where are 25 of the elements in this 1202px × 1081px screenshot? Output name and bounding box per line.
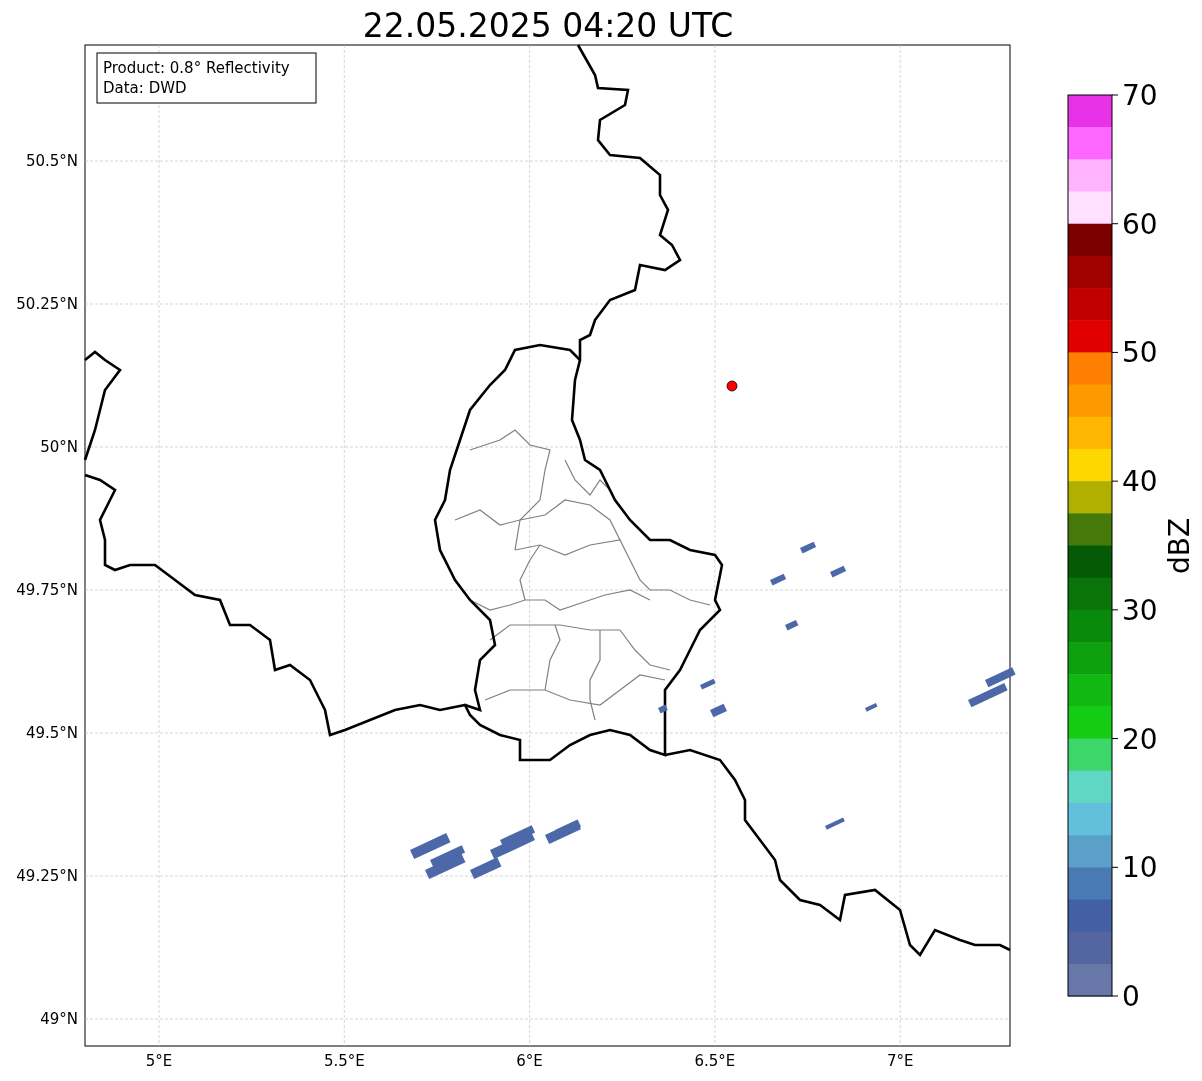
- latitude-label: 49.5°N: [25, 724, 78, 742]
- longitude-label: 5°E: [145, 1052, 173, 1070]
- latitude-label: 50.25°N: [16, 295, 78, 313]
- latitude-label: 50.5°N: [25, 152, 78, 170]
- longitude-label: 7°E: [886, 1052, 914, 1070]
- latitude-label: 49°N: [40, 1010, 78, 1028]
- latitude-label: 49.75°N: [16, 581, 78, 599]
- colorbar-tick-label: 20: [1122, 722, 1158, 756]
- location-marker: [726, 380, 738, 392]
- chart-title: 22.05.2025 04:20 UTC: [362, 6, 734, 45]
- latitude-label: 50°N: [40, 438, 78, 456]
- latitude-label: 49.25°N: [16, 867, 78, 885]
- info-text: Data: DWD: [103, 79, 187, 97]
- colorbar-tick-label: 10: [1122, 851, 1158, 885]
- colorbar-tick-label: 60: [1122, 207, 1158, 241]
- colorbar-tick-label: 50: [1122, 336, 1158, 370]
- colorbar-tick-label: 40: [1122, 465, 1158, 499]
- longitude-label: 5.5°E: [323, 1052, 365, 1070]
- longitude-label: 6.5°E: [694, 1052, 736, 1070]
- colorbar-tick-label: 30: [1122, 593, 1158, 627]
- colorbar-label: dBZ: [1163, 517, 1196, 575]
- colorbar-tick-label: 70: [1122, 79, 1158, 112]
- longitude-label: 6°E: [516, 1052, 543, 1070]
- colorbar-tick-label: 0: [1122, 980, 1140, 1013]
- info-text: Product: 0.8° Reflectivity: [103, 59, 290, 77]
